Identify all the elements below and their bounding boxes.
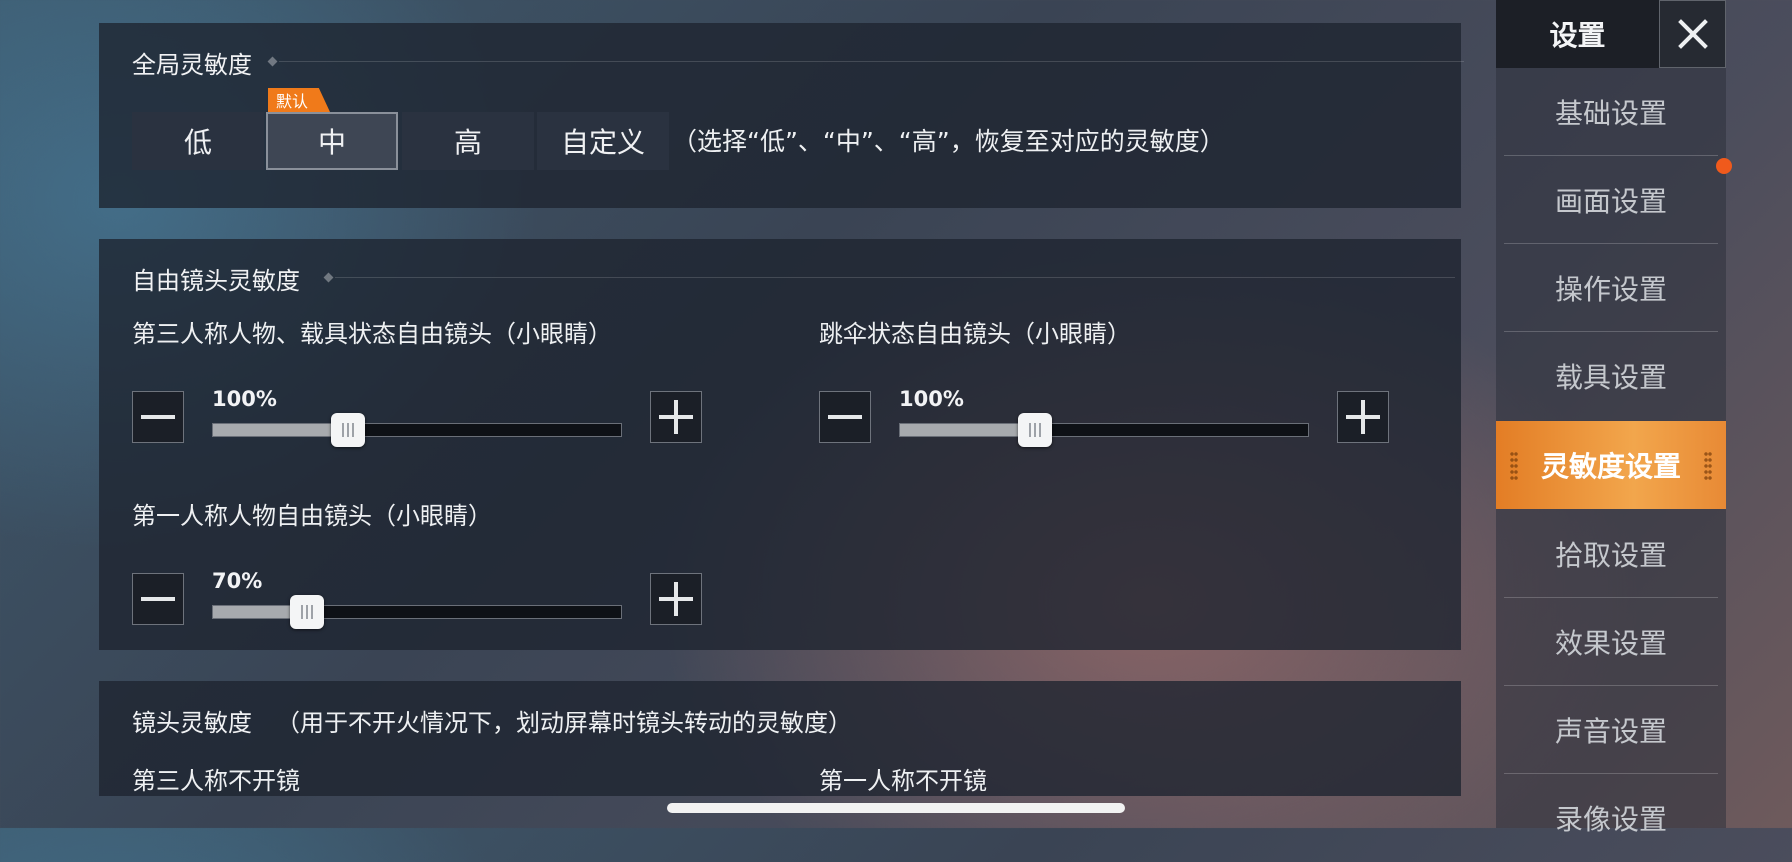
section-divider bbox=[279, 61, 1464, 62]
settings-title: 设置 bbox=[1496, 0, 1659, 68]
sidebar-item-sound[interactable]: 声音设置 bbox=[1496, 686, 1726, 774]
parachute-free-camera-label: 跳伞状态自由镜头（小眼睛） bbox=[819, 320, 1131, 348]
decrease-button[interactable] bbox=[132, 391, 184, 443]
sidebar-item-pickup[interactable]: 拾取设置 bbox=[1496, 510, 1726, 598]
close-icon[interactable] bbox=[1659, 0, 1726, 68]
camera-sensitivity-note: （用于不开火情况下，划动屏幕时镜头转动的灵敏度） bbox=[276, 709, 852, 737]
home-indicator[interactable] bbox=[667, 803, 1125, 813]
increase-button[interactable] bbox=[650, 391, 702, 443]
sensitivity-hint: （选择“低”、“中”、“高”，恢复至对应的灵敏度） bbox=[672, 127, 1225, 156]
sensitivity-high-button[interactable]: 高 bbox=[402, 112, 534, 170]
slider-value: 70% bbox=[212, 569, 263, 593]
sidebar-item-sensitivity[interactable]: 灵敏度设置 bbox=[1496, 421, 1726, 509]
increase-button[interactable] bbox=[650, 573, 702, 625]
camera-sensitivity-panel: 镜头灵敏度 （用于不开火情况下，划动屏幕时镜头转动的灵敏度） 第三人称不开镜 第… bbox=[99, 681, 1461, 796]
sidebar-item-recording[interactable]: 录像设置 bbox=[1496, 774, 1726, 862]
first-person-free-camera-slider[interactable] bbox=[212, 595, 622, 629]
slider-value: 100% bbox=[899, 387, 964, 411]
camera-sensitivity-title: 镜头灵敏度 bbox=[132, 709, 252, 737]
sidebar-item-label: 灵敏度设置 bbox=[1540, 450, 1681, 483]
section-marker-icon bbox=[267, 56, 278, 67]
slider-fill bbox=[900, 424, 1035, 436]
grip-icon bbox=[1704, 451, 1712, 481]
minus-icon bbox=[141, 415, 175, 419]
decrease-button[interactable] bbox=[819, 391, 871, 443]
minus-icon bbox=[141, 597, 175, 601]
slider-thumb[interactable] bbox=[290, 595, 324, 629]
third-person-no-scope-label: 第三人称不开镜 bbox=[132, 767, 300, 795]
settings-sidebar: 设置 基础设置 画面设置 操作设置 载具设置 灵敏度设置 拾取设置 效果设置 声… bbox=[1496, 0, 1726, 836]
section-marker-icon bbox=[323, 272, 334, 283]
section-divider bbox=[335, 277, 1455, 278]
free-camera-panel: 自由镜头灵敏度 bbox=[99, 239, 1461, 650]
sensitivity-low-button[interactable]: 低 bbox=[132, 112, 264, 170]
third-person-free-camera-slider[interactable] bbox=[212, 413, 622, 447]
increase-button[interactable] bbox=[1337, 391, 1389, 443]
sidebar-item-effects[interactable]: 效果设置 bbox=[1496, 598, 1726, 686]
slider-thumb[interactable] bbox=[1018, 413, 1052, 447]
grip-icon bbox=[1510, 451, 1518, 481]
decrease-button[interactable] bbox=[132, 573, 184, 625]
parachute-free-camera-slider[interactable] bbox=[899, 413, 1309, 447]
notification-dot bbox=[1716, 158, 1732, 174]
minus-icon bbox=[828, 415, 862, 419]
free-camera-title: 自由镜头灵敏度 bbox=[132, 267, 300, 295]
sensitivity-medium-button[interactable]: 中 bbox=[266, 112, 398, 170]
first-person-no-scope-label: 第一人称不开镜 bbox=[819, 767, 987, 795]
sidebar-item-basic[interactable]: 基础设置 bbox=[1496, 68, 1726, 156]
sensitivity-custom-button[interactable]: 自定义 bbox=[537, 112, 669, 170]
third-person-free-camera-label: 第三人称人物、载具状态自由镜头（小眼睛） bbox=[132, 320, 612, 348]
slider-value: 100% bbox=[212, 387, 277, 411]
global-sensitivity-title: 全局灵敏度 bbox=[132, 51, 252, 79]
sidebar-item-graphics[interactable]: 画面设置 bbox=[1496, 156, 1726, 244]
first-person-free-camera-label: 第一人称人物自由镜头（小眼睛） bbox=[132, 502, 492, 530]
sidebar-item-controls[interactable]: 操作设置 bbox=[1496, 244, 1726, 332]
slider-thumb[interactable] bbox=[331, 413, 365, 447]
sidebar-item-vehicle[interactable]: 载具设置 bbox=[1496, 332, 1726, 420]
slider-fill bbox=[213, 424, 348, 436]
